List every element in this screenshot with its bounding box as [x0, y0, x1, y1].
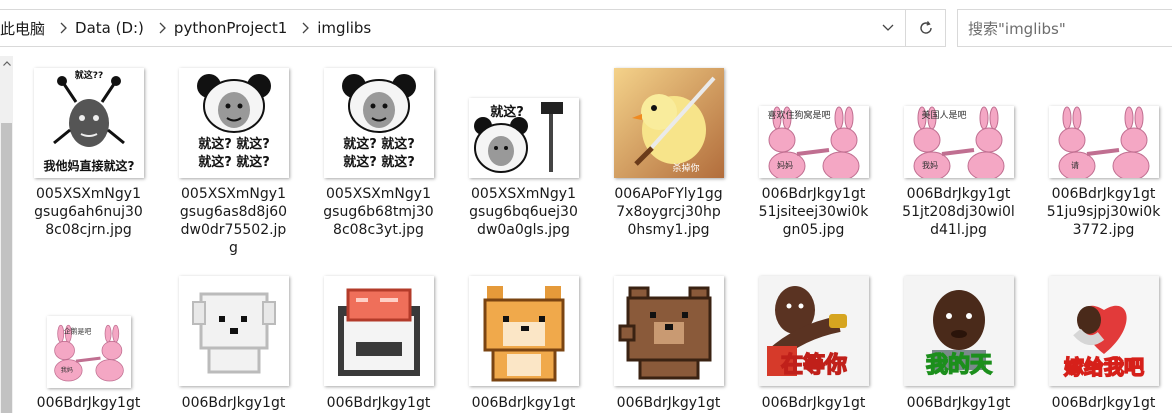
- file-name[interactable]: 006BdrJkgy1gt: [16, 394, 161, 412]
- chevron-down-icon[interactable]: [871, 10, 905, 46]
- file-name[interactable]: 006BdrJkgy1gt: [886, 394, 1031, 412]
- file-item[interactable]: 006BdrJkgy1gt: [306, 56, 451, 413]
- file-thumbnail[interactable]: 在等你: [758, 276, 869, 386]
- file-thumbnail[interactable]: [323, 276, 434, 386]
- file-item[interactable]: 006BdrJkgy1gt: [596, 56, 741, 413]
- file-name[interactable]: 006BdrJkgy1gt: [741, 394, 886, 412]
- svg-text:我妈: 我妈: [60, 366, 72, 374]
- file-name-line: 006BdrJkgy1gt: [181, 395, 286, 411]
- crumb-project[interactable]: pythonProject1: [174, 19, 295, 37]
- file-thumbnail[interactable]: 我的天: [903, 276, 1014, 386]
- file-name[interactable]: 006BdrJkgy1gt: [451, 394, 596, 412]
- file-name-line: 006BdrJkgy1gt: [616, 395, 721, 411]
- svg-text:我的天: 我的天: [925, 352, 992, 378]
- vertical-scrollbar[interactable]: [0, 56, 13, 413]
- address-bar[interactable]: 此电脑 Data (D:) pythonProject1 imglibs: [0, 9, 906, 47]
- svg-text:企鹅是吧: 企鹅是吧: [63, 327, 91, 336]
- file-name-line: 006BdrJkgy1gt: [761, 395, 866, 411]
- file-item[interactable]: 嫁给我吧 006BdrJkgy1gt: [1031, 56, 1172, 413]
- file-item[interactable]: 企鹅是吧 我妈 006BdrJkgy1gt: [16, 56, 161, 413]
- file-name-line: 006BdrJkgy1gt: [1051, 395, 1156, 411]
- chevron-right-icon[interactable]: [295, 22, 317, 34]
- file-thumbnail[interactable]: 企鹅是吧 我妈: [46, 316, 131, 388]
- scroll-up-icon[interactable]: [0, 56, 13, 70]
- file-explorer-window: 此电脑 Data (D:) pythonProject1 imglibs 搜索"…: [0, 0, 1172, 413]
- crumb-this-pc[interactable]: 此电脑: [0, 18, 53, 39]
- breadcrumb: 此电脑 Data (D:) pythonProject1 imglibs: [0, 10, 379, 46]
- file-thumbnail[interactable]: [178, 276, 289, 386]
- file-thumbnail[interactable]: 嫁给我吧: [1048, 276, 1159, 386]
- file-name-line: 006BdrJkgy1gt: [906, 395, 1011, 411]
- file-name[interactable]: 006BdrJkgy1gt: [306, 394, 451, 412]
- chevron-right-icon[interactable]: [53, 22, 75, 34]
- refresh-button[interactable]: [906, 9, 946, 47]
- file-name-line: 006BdrJkgy1gt: [36, 395, 141, 411]
- file-item[interactable]: 006BdrJkgy1gt: [451, 56, 596, 413]
- file-name-line: 006BdrJkgy1gt: [326, 395, 431, 411]
- refresh-icon: [919, 21, 932, 34]
- crumb-drive[interactable]: Data (D:): [75, 19, 152, 37]
- file-name[interactable]: 006BdrJkgy1gt: [596, 394, 741, 412]
- file-name[interactable]: 006BdrJkgy1gt: [1031, 394, 1172, 412]
- crumb-current-folder[interactable]: imglibs: [317, 19, 379, 37]
- file-grid: 就这?? 我他妈直接就这? 005XSXmNgy1 gsug6ah6nuj30 8c0…: [13, 56, 1172, 413]
- file-item[interactable]: 我的天 006BdrJkgy1gt: [886, 56, 1031, 413]
- file-thumbnail[interactable]: [468, 276, 579, 386]
- file-name[interactable]: 006BdrJkgy1gt: [161, 394, 306, 412]
- svg-text:在等你: 在等你: [780, 352, 846, 378]
- scrollbar-thumb[interactable]: [1, 123, 12, 413]
- file-item[interactable]: 006BdrJkgy1gt: [161, 56, 306, 413]
- file-thumbnail[interactable]: [613, 276, 724, 386]
- search-input[interactable]: 搜索"imglibs": [957, 9, 1172, 47]
- toolbar: 此电脑 Data (D:) pythonProject1 imglibs 搜索"…: [0, 0, 1172, 56]
- file-item[interactable]: 在等你 006BdrJkgy1gt: [741, 56, 886, 413]
- chevron-right-icon[interactable]: [152, 22, 174, 34]
- svg-text:嫁给我吧: 嫁给我吧: [1064, 355, 1144, 379]
- file-name-line: 006BdrJkgy1gt: [471, 395, 576, 411]
